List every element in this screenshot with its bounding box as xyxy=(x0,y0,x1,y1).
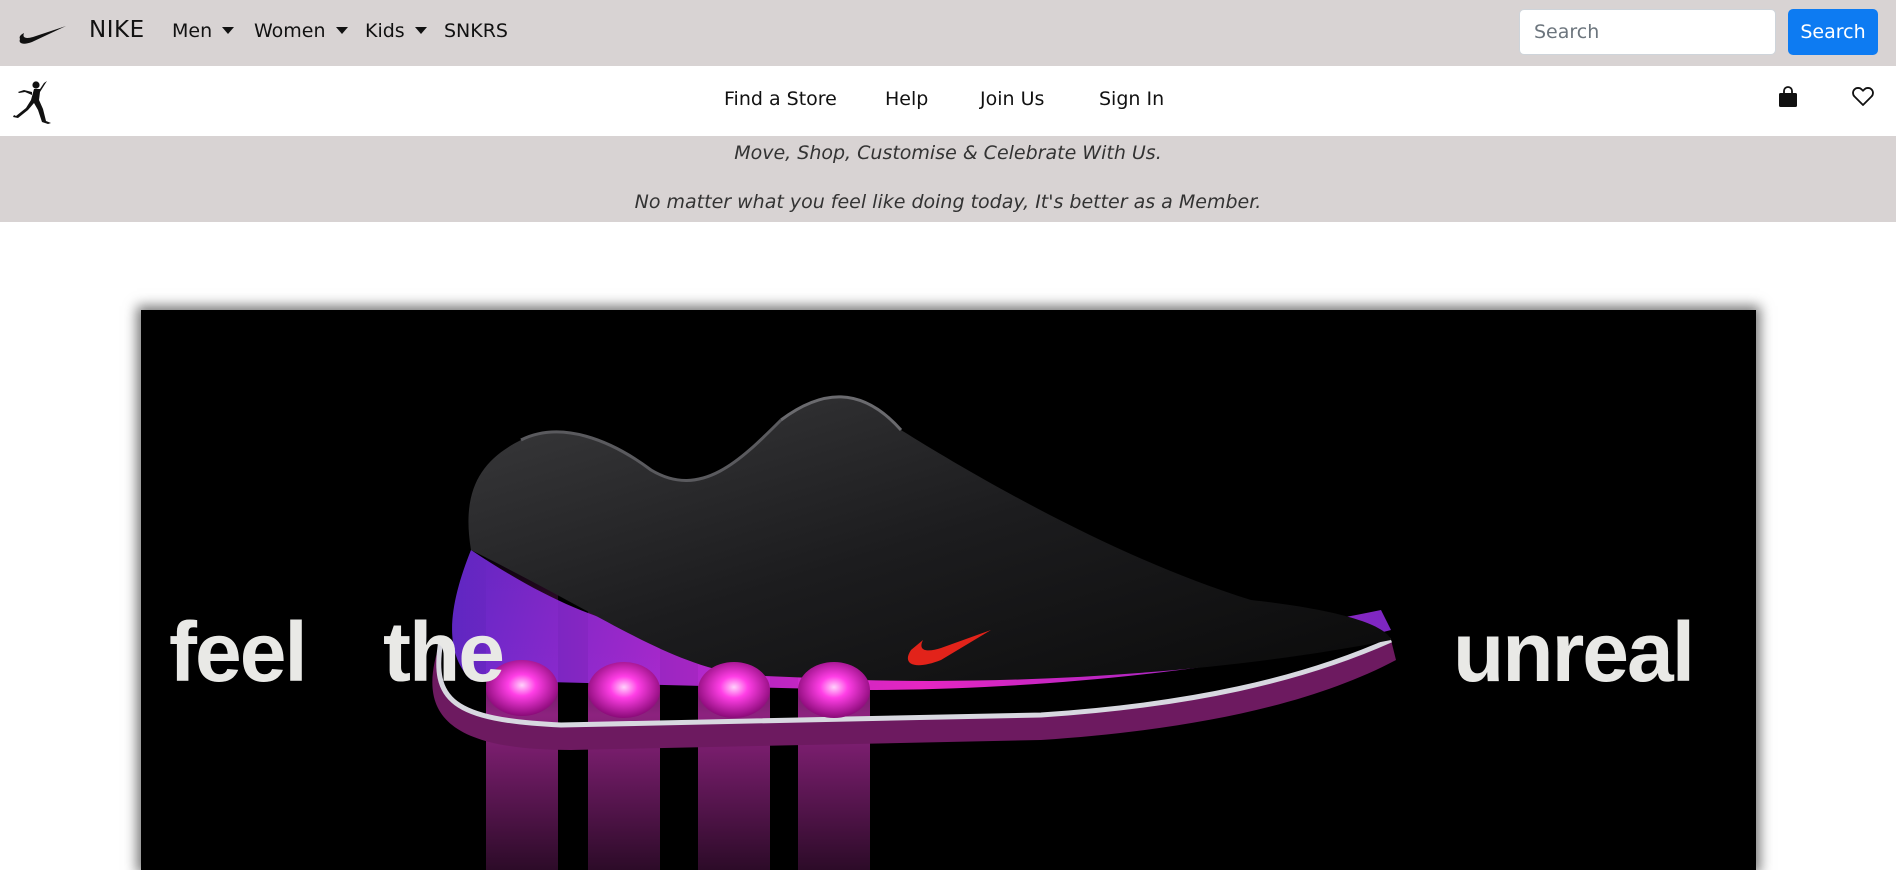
sign-in-link[interactable]: Sign In xyxy=(1099,88,1164,110)
caret-down-icon xyxy=(335,26,348,34)
menu-men-dropdown[interactable]: Men xyxy=(172,20,235,42)
secondary-navbar: Find a Store Help Join Us Sign In xyxy=(0,66,1896,136)
heart-icon[interactable] xyxy=(1851,84,1875,108)
caret-down-icon xyxy=(222,26,235,34)
hero-word-feel: feel xyxy=(169,605,308,699)
search-input[interactable] xyxy=(1519,9,1776,55)
shopping-bag-icon[interactable] xyxy=(1777,85,1799,109)
sneaker-image xyxy=(432,395,1397,870)
menu-women-dropdown[interactable]: Women xyxy=(254,20,348,42)
menu-kids-dropdown[interactable]: Kids xyxy=(365,20,427,42)
hero-banner[interactable]: feel the unreal xyxy=(141,310,1756,870)
membership-banner: Move, Shop, Customise & Celebrate With U… xyxy=(0,136,1896,222)
banner-line-2: No matter what you feel like doing today… xyxy=(634,191,1262,213)
menu-women-label: Women xyxy=(254,20,326,42)
help-link[interactable]: Help xyxy=(885,88,928,110)
menu-men-label: Men xyxy=(172,20,213,42)
brand-name[interactable]: NIKE xyxy=(89,17,145,43)
caret-down-icon xyxy=(414,26,427,34)
join-us-link[interactable]: Join Us xyxy=(980,88,1044,110)
hero-word-unreal: unreal xyxy=(1453,605,1695,699)
nike-swoosh-icon[interactable] xyxy=(18,20,68,46)
hero-word-the: the xyxy=(383,605,505,699)
search-button[interactable]: Search xyxy=(1788,9,1878,55)
menu-snkrs-link[interactable]: SNKRS xyxy=(444,20,508,42)
banner-line-1: Move, Shop, Customise & Celebrate With U… xyxy=(734,142,1162,164)
top-navbar: NIKE Men Women Kids SNKRS Search xyxy=(0,0,1896,66)
jumpman-icon[interactable] xyxy=(10,78,58,126)
menu-kids-label: Kids xyxy=(365,20,405,42)
find-store-link[interactable]: Find a Store xyxy=(724,88,837,110)
